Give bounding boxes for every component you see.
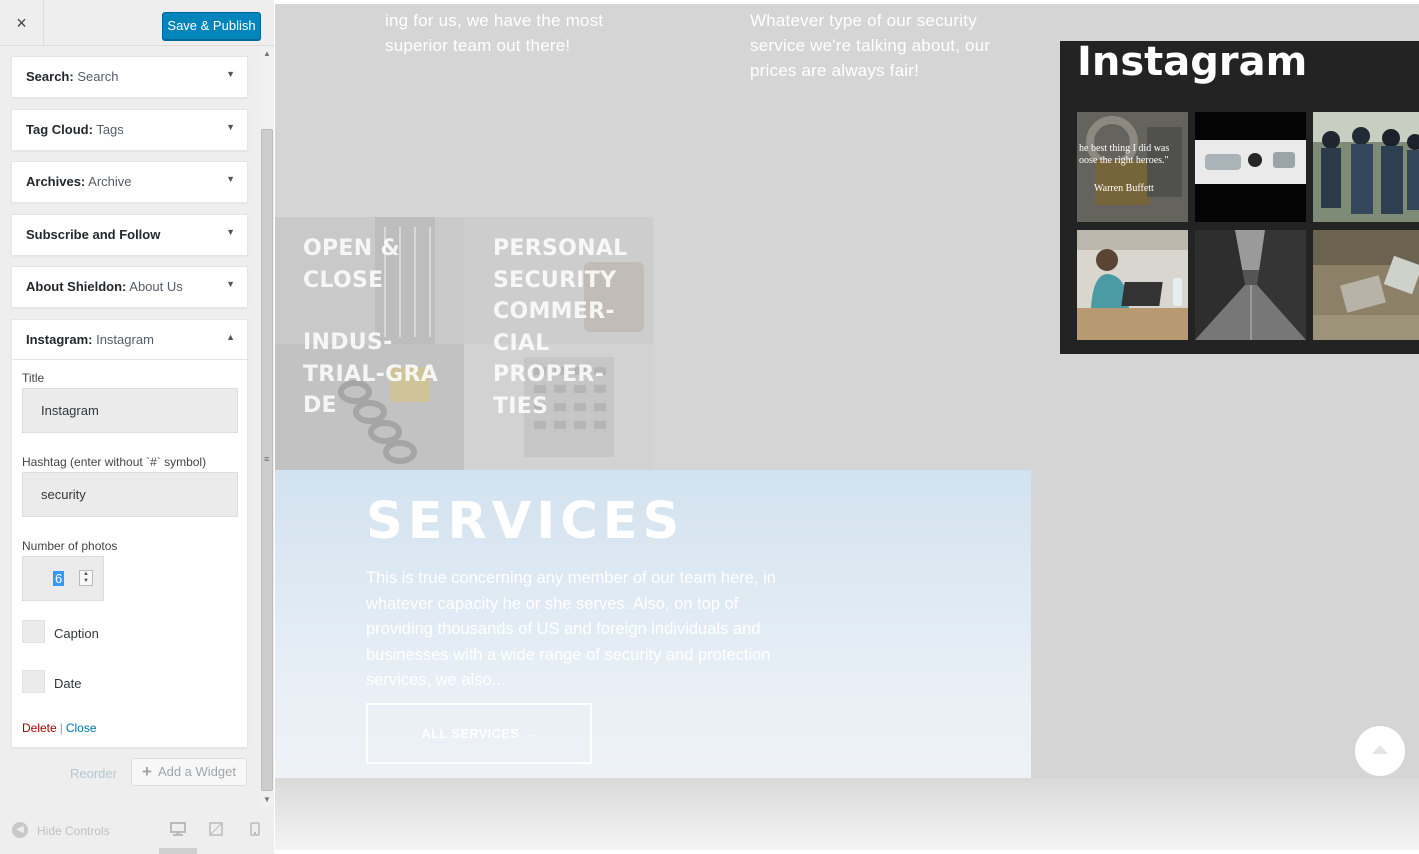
plus-icon: + — [142, 762, 152, 781]
expand-arrow-icon[interactable]: ▼ — [226, 279, 235, 289]
title-label: Title — [22, 371, 45, 385]
widget-header[interactable]: Tag Cloud: Tags ▼ — [12, 110, 247, 150]
instagram-photo-2[interactable] — [1195, 112, 1306, 222]
widget-title: About Shieldon: About Us — [26, 279, 183, 294]
spinner-arrows-icon[interactable]: ▲ ▼ — [79, 570, 93, 586]
customizer-sidebar: × Save & Publish Search: Search ▼ Tag Cl… — [0, 0, 274, 854]
desktop-icon[interactable] — [170, 822, 186, 839]
title-input[interactable]: Instagram — [22, 388, 238, 433]
expand-arrow-icon[interactable]: ▼ — [226, 227, 235, 237]
instagram-photo-6[interactable] — [1313, 230, 1419, 340]
close-link[interactable]: Close — [66, 721, 97, 735]
tile-title: PERSONAL SECURITY COMMER-CIAL PROPER-TIE… — [493, 236, 628, 419]
feature-text-2: Whatever type of our security service we… — [750, 11, 991, 80]
scroll-up-icon[interactable]: ▲ — [260, 47, 274, 61]
widget-title: Tag Cloud: Tags — [26, 122, 124, 137]
widget-actions: Delete | Close — [22, 721, 97, 735]
widget-header[interactable]: About Shieldon: About Us ▼ — [12, 267, 247, 307]
back-to-top-button[interactable] — [1355, 726, 1405, 776]
tablet-icon[interactable] — [209, 822, 223, 839]
date-label: Date — [54, 676, 82, 691]
padlock-icon — [1077, 112, 1188, 222]
widget-subscribe-follow[interactable]: Subscribe and Follow ▼ — [11, 214, 248, 256]
police-crowd-icon — [1313, 112, 1419, 222]
instagram-photo-5[interactable] — [1195, 230, 1306, 340]
sidebar-scrollbar[interactable]: ▲ ≡ ▼ — [260, 47, 274, 807]
add-widget-label: Add a Widget — [157, 764, 236, 779]
office-worker-icon — [1077, 230, 1188, 340]
add-widget-button[interactable]: + Add a Widget — [131, 758, 247, 786]
scroll-thumb[interactable]: ≡ — [261, 129, 273, 791]
widget-search[interactable]: Search: Search ▼ — [11, 56, 248, 98]
scroll-down-icon[interactable]: ▼ — [260, 793, 274, 807]
floor-device-icon — [1313, 230, 1419, 340]
widget-about[interactable]: About Shieldon: About Us ▼ — [11, 266, 248, 308]
hashtag-input[interactable]: security — [22, 472, 238, 517]
device-photo-icon — [1195, 140, 1306, 184]
hide-controls-button[interactable]: Hide Controls — [37, 824, 110, 838]
grip-icon: ≡ — [264, 454, 270, 464]
caption-checkbox[interactable] — [22, 620, 45, 643]
photos-count-label: Number of photos — [22, 539, 118, 553]
widget-title: Search: Search — [26, 69, 119, 84]
expand-arrow-icon[interactable]: ▼ — [226, 122, 235, 132]
services-description: This is true concerning any member of ou… — [366, 569, 776, 689]
tile-title: OPEN & CLOSE — [303, 236, 400, 293]
photo-quote: he best thing I did was oose the right h… — [1079, 143, 1170, 166]
tile-personal-security[interactable]: PERSONAL SECURITY COMMER-CIAL PROPER-TIE… — [464, 217, 653, 470]
preview-footer-area — [275, 778, 1419, 850]
save-publish-button[interactable]: Save & Publish — [162, 12, 261, 40]
separator: | — [59, 721, 63, 735]
instagram-widget-preview: Instagram he best thing I did was oose t… — [1060, 39, 1419, 354]
widget-title: Instagram: Instagram — [26, 332, 154, 347]
photos-count-value[interactable]: 6 — [53, 571, 65, 586]
arrow-up-icon — [1372, 745, 1388, 754]
site-preview: ing for us, we have the most superior te… — [275, 4, 1419, 850]
instagram-title: Instagram — [1077, 39, 1308, 85]
services-section: SERVICES This is true concerning any mem… — [275, 470, 1031, 778]
widget-header[interactable]: Archives: Archive ▼ — [12, 162, 247, 202]
photos-count-input[interactable]: 6 ▲ ▼ — [22, 556, 104, 601]
reorder-link[interactable]: Reorder — [70, 766, 117, 781]
widget-archives[interactable]: Archives: Archive ▼ — [11, 161, 248, 203]
tile-open-close[interactable]: OPEN & CLOSE INDUS-TRIAL-GRA DE — [275, 217, 464, 470]
customizer-header: × Save & Publish — [0, 0, 274, 46]
photo-quote-author: Warren Buffett — [1094, 183, 1154, 194]
street-photo-icon — [1195, 230, 1306, 340]
widget-title: Subscribe and Follow — [26, 227, 161, 242]
feature-text-1: ing for us, we have the most superior te… — [385, 11, 604, 55]
widget-title: Archives: Archive — [26, 174, 132, 189]
tile-title: INDUS-TRIAL-GRA DE — [303, 330, 439, 418]
service-tiles: OPEN & CLOSE INDUS-TRIAL-GRA DE PERSONAL… — [275, 217, 653, 470]
hashtag-label: Hashtag (enter without `#` symbol) — [22, 455, 207, 469]
widget-header[interactable]: Instagram: Instagram ▲ — [12, 320, 247, 360]
instagram-photo-4[interactable] — [1077, 230, 1188, 340]
widget-tag-cloud[interactable]: Tag Cloud: Tags ▼ — [11, 109, 248, 151]
widget-header[interactable]: Search: Search ▼ — [12, 57, 247, 97]
instagram-photo-1[interactable]: he best thing I did was oose the right h… — [1077, 112, 1188, 222]
widgets-panel: Search: Search ▼ Tag Cloud: Tags ▼ Archi… — [0, 47, 260, 807]
date-checkbox[interactable] — [22, 670, 45, 693]
delete-link[interactable]: Delete — [22, 721, 57, 735]
caption-label: Caption — [54, 626, 99, 641]
services-heading: SERVICES — [366, 492, 685, 551]
widget-header[interactable]: Subscribe and Follow ▼ — [12, 215, 247, 255]
active-device-indicator — [159, 848, 197, 854]
collapse-arrow-icon[interactable]: ◀ — [12, 822, 28, 838]
expand-arrow-icon[interactable]: ▼ — [226, 69, 235, 79]
widget-instagram: Instagram: Instagram ▲ Title Instagram H… — [11, 319, 248, 748]
customizer-footer: ◀ Hide Controls — [0, 808, 274, 854]
mobile-icon[interactable] — [250, 822, 260, 839]
close-customizer-icon[interactable]: × — [0, 0, 44, 46]
all-services-button[interactable]: ALL SERVICES → — [366, 703, 592, 764]
expand-arrow-icon[interactable]: ▼ — [226, 174, 235, 184]
instagram-photo-3[interactable] — [1313, 112, 1419, 222]
collapse-arrow-icon[interactable]: ▲ — [226, 332, 235, 342]
